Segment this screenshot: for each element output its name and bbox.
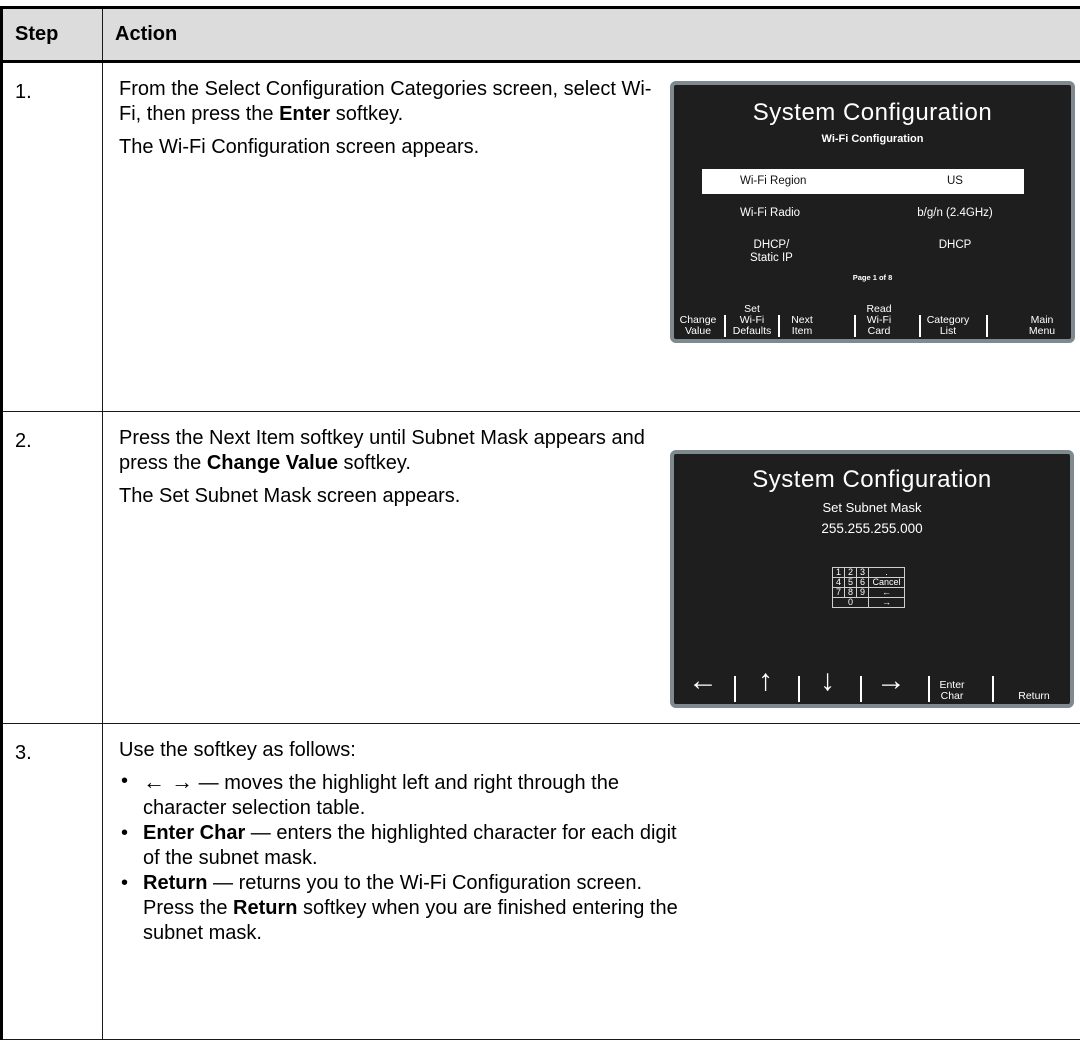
config-row-dhcp: DHCP/ Static IP DHCP [702,239,1024,264]
step-column-header: Step [2,8,103,62]
key-9[interactable]: 9 [857,588,869,598]
softkey-bar: Change Value Set Wi-Fi Defaults Next Ite… [674,293,1071,339]
key-2[interactable]: 2 [845,568,857,578]
key-cancel[interactable]: Cancel [869,578,905,588]
softkey-bar: ← ↑ ↓ → Enter Char Return [674,658,1070,704]
step-number: 2. [2,412,103,724]
up-arrow-icon[interactable]: ↑ [758,666,773,696]
down-arrow-icon[interactable]: ↓ [820,666,835,696]
key-dot[interactable]: . [869,568,905,578]
softkey-usage-list: ← → — moves the highlight left and right… [119,769,679,946]
subnet-mask-screen: System Configuration Set Subnet Mask 255… [670,450,1074,708]
right-arrow-icon[interactable]: → [876,666,906,696]
softkey-enter-char[interactable]: Enter Char [932,680,972,702]
softkey-next-item[interactable]: Next Item [780,315,824,337]
subnet-mask-value: 255.255.255.000 [674,521,1070,536]
key-right-arrow[interactable]: → [869,598,905,608]
softkey-set-wifi-defaults[interactable]: Set Wi-Fi Defaults [726,304,778,337]
step-number: 1. [2,62,103,412]
action-cell: From the Select Configuration Categories… [103,62,1080,412]
softkey-return[interactable]: Return [1004,691,1064,702]
softkey-change-value[interactable]: Change Value [676,315,720,337]
screen-subtitle: Set Subnet Mask [674,500,1070,515]
softkey-read-wifi-card[interactable]: Read Wi-Fi Card [854,304,904,337]
key-7[interactable]: 7 [833,588,845,598]
wifi-config-screen: System Configuration Wi-Fi Configuration… [670,81,1075,343]
table-row: 2. Press the Next Item softkey until Sub… [2,412,1080,724]
config-row-wifi-region: Wi-Fi Region US [702,169,1024,194]
table-row: 1. From the Select Configuration Categor… [2,62,1080,412]
screen-title: System Configuration [674,466,1070,494]
config-row-wifi-radio: Wi-Fi Radio b/g/n (2.4GHz) [702,201,1024,226]
screen-subtitle: Wi-Fi Configuration [674,133,1071,145]
action-column-header: Action [103,8,1080,62]
key-3[interactable]: 3 [857,568,869,578]
softkey-main-menu[interactable]: Main Menu [1014,315,1070,337]
key-1[interactable]: 1 [833,568,845,578]
list-item: Enter Char — enters the highlighted char… [119,821,679,871]
action-cell: Use the softkey as follows: ← → — moves … [103,724,1080,1040]
action-text: From the Select Configuration Categories… [119,77,659,168]
key-8[interactable]: 8 [845,588,857,598]
action-text: Press the Next Item softkey until Subnet… [119,426,659,517]
left-arrow-icon[interactable]: ← [688,666,718,696]
action-text: Use the softkey as follows: ← → — moves … [119,738,679,946]
key-0[interactable]: 0 [833,598,869,608]
key-4[interactable]: 4 [833,578,845,588]
screen-title: System Configuration [674,99,1071,127]
page-indicator: Page 1 of 8 [674,273,1071,282]
key-left-arrow[interactable]: ← [869,588,905,598]
character-keypad: 1 2 3 . 4 5 6 Cancel 7 [832,567,905,608]
step-number: 3. [2,724,103,1040]
key-5[interactable]: 5 [845,578,857,588]
softkey-category-list[interactable]: Category List [920,315,976,337]
list-item: ← → — moves the highlight left and right… [119,769,679,821]
table-row: 3. Use the softkey as follows: ← → — mov… [2,724,1080,1040]
left-right-arrows-icon: ← → [143,769,193,794]
list-item: Return — returns you to the Wi-Fi Config… [119,871,679,946]
action-cell: Press the Next Item softkey until Subnet… [103,412,1080,724]
procedure-table: Step Action 1. From the Select Configura… [0,6,1080,1040]
key-6[interactable]: 6 [857,578,869,588]
